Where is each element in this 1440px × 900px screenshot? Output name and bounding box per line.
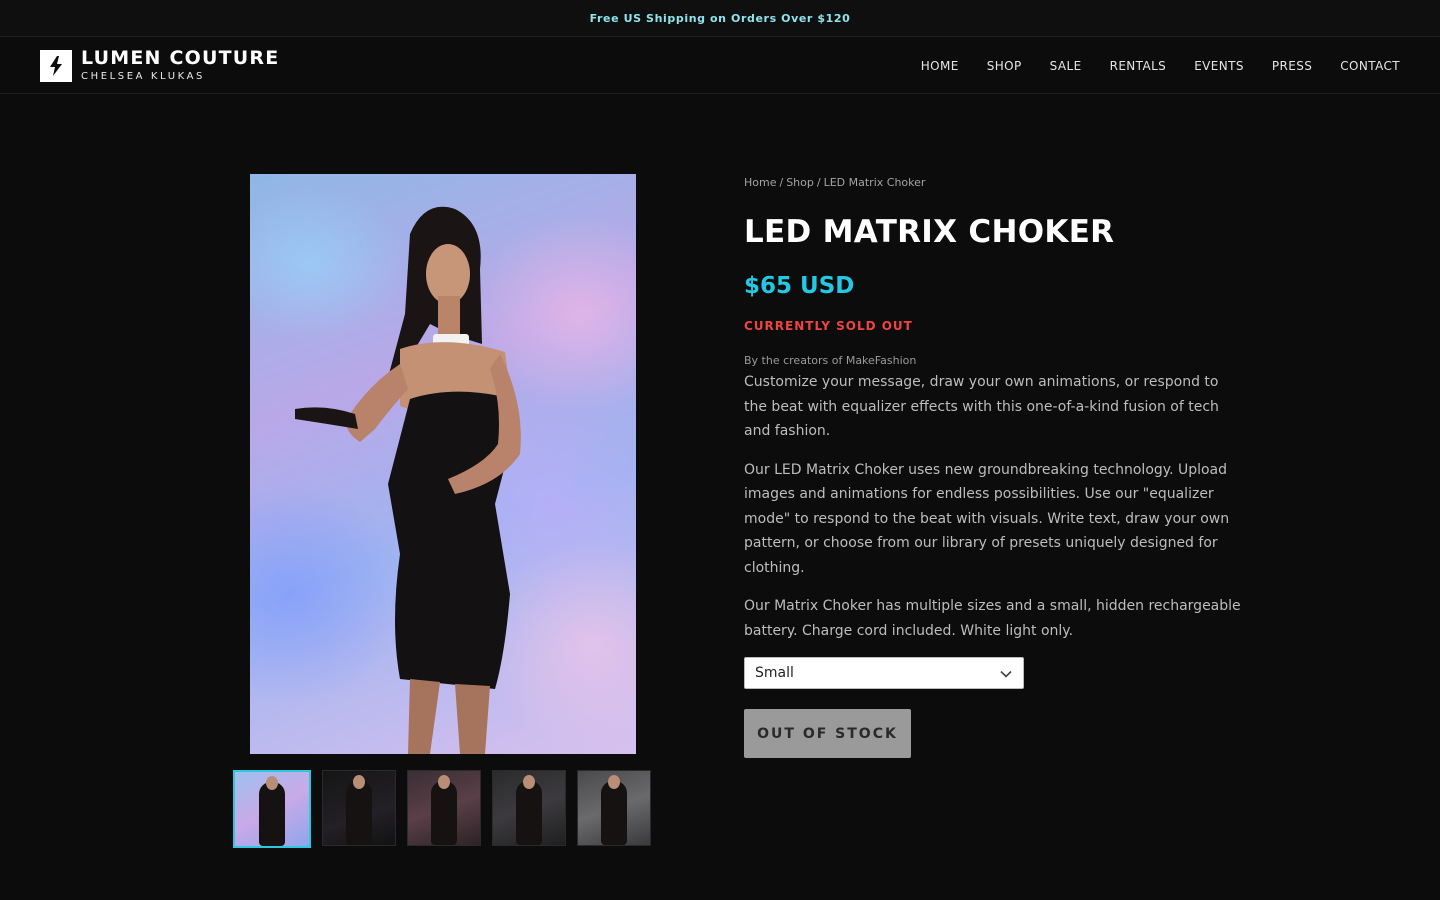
description-paragraph-1: Customize your message, draw your own an… [744,374,1219,439]
thumbnail-strip [233,770,651,848]
breadcrumb-current: LED Matrix Choker [823,176,926,189]
announcement-text: Free US Shipping on Orders Over $120 [589,11,851,25]
breadcrumb-home[interactable]: Home [744,176,776,189]
breadcrumb-separator: / [779,176,784,189]
main-nav: HOME SHOP SALE RENTALS EVENTS PRESS CONT… [921,38,1400,94]
nav-home[interactable]: HOME [921,59,959,73]
thumbnail-3[interactable] [407,770,481,846]
breadcrumb: Home / Shop / LED Matrix Choker [744,176,925,189]
brand-logo[interactable]: LUMEN COUTURE CHELSEA KLUKAS [40,49,279,82]
breadcrumb-separator: / [816,176,821,189]
sold-out-status: CURRENTLY SOLD OUT [744,319,913,333]
thumbnail-2[interactable] [322,770,396,846]
site-header: LUMEN COUTURE CHELSEA KLUKAS HOME SHOP S… [0,38,1440,94]
nav-rentals[interactable]: RENTALS [1110,59,1167,73]
size-select[interactable]: Small [744,657,1024,689]
announcement-bar: Free US Shipping on Orders Over $120 [0,0,1440,37]
nav-events[interactable]: EVENTS [1194,59,1244,73]
brand-title: LUMEN COUTURE [81,47,280,69]
out-of-stock-button[interactable]: OUT OF STOCK [744,709,911,758]
brand-subtitle: CHELSEA KLUKAS [81,71,205,82]
product-description: Customize your message, draw your own an… [744,370,1244,657]
thumbnail-4[interactable] [492,770,566,846]
thumbnail-5[interactable] [577,770,651,846]
size-select-value: Small [755,665,794,681]
product-main-image[interactable] [250,174,636,754]
description-paragraph-2: Our LED Matrix Choker uses new groundbre… [744,461,1230,576]
nav-contact[interactable]: CONTACT [1340,59,1400,73]
product-title: LED MATRIX CHOKER [744,214,1115,250]
model-photo [295,206,521,754]
description-paragraph-3: Our Matrix Choker has multiple sizes and… [744,598,1241,639]
chevron-down-icon [1000,670,1012,678]
nav-press[interactable]: PRESS [1272,59,1312,73]
breadcrumb-shop[interactable]: Shop [786,176,814,189]
nav-sale[interactable]: SALE [1050,59,1082,73]
lightning-bolt-icon [40,49,72,82]
product-price: $65 USD [744,273,855,299]
thumbnail-1[interactable] [233,770,311,848]
nav-shop[interactable]: SHOP [987,59,1022,73]
product-byline: By the creators of MakeFashion [744,354,917,367]
